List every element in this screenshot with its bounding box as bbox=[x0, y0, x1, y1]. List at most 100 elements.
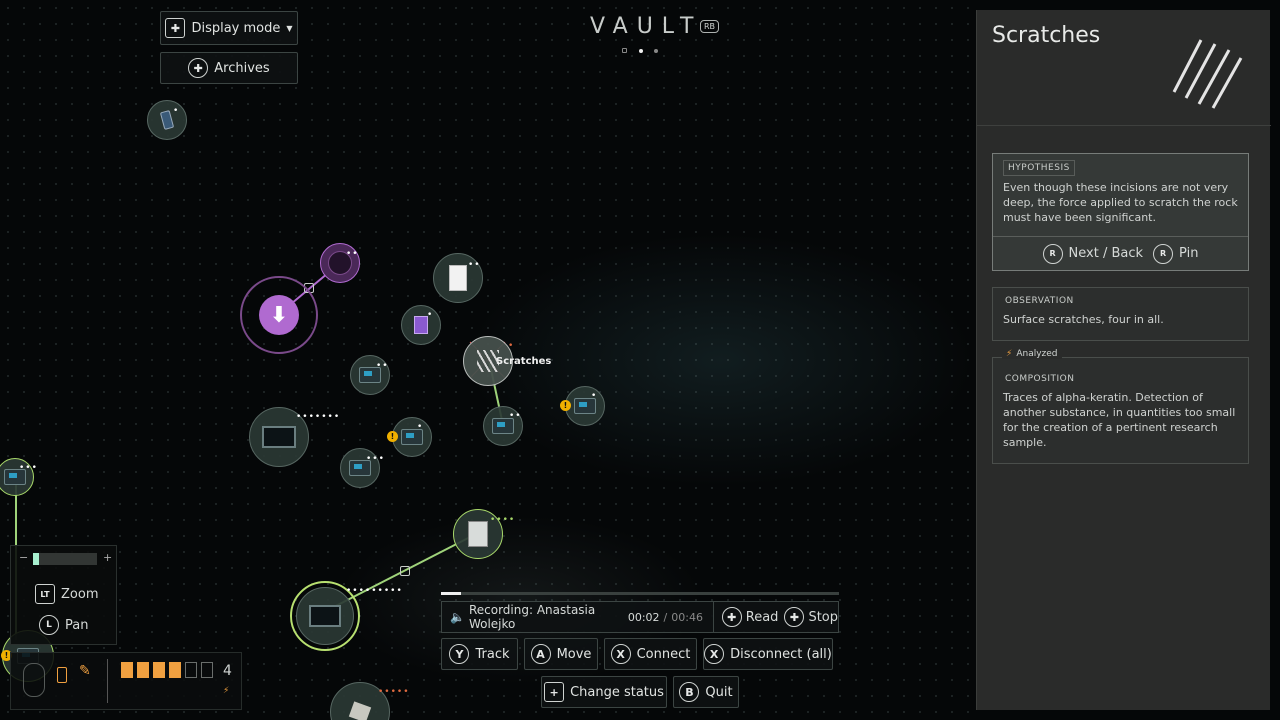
pager-lock-icon bbox=[622, 48, 627, 53]
slot-filled bbox=[169, 662, 181, 678]
node-pips: • bbox=[508, 341, 515, 351]
zoom-in-icon[interactable]: + bbox=[103, 551, 112, 564]
slot-filled bbox=[153, 662, 165, 678]
status-hud: ✎ 4 ⚡ bbox=[10, 652, 242, 710]
warning-icon: ! bbox=[560, 400, 571, 411]
scratches-node-label: Scratches bbox=[496, 356, 552, 367]
connect-label: Connect bbox=[636, 646, 691, 662]
photo-node-c[interactable] bbox=[565, 386, 605, 426]
zoom-out-icon[interactable]: − bbox=[19, 551, 28, 564]
notebook-icon bbox=[414, 316, 428, 334]
x-button-icon: X bbox=[704, 644, 725, 664]
pin-button[interactable]: R Pin bbox=[1153, 243, 1199, 264]
duration-time: 00:46 bbox=[671, 610, 703, 624]
arrow-down-icon: ⬇ bbox=[269, 302, 289, 328]
change-status-button[interactable]: + Change status bbox=[541, 676, 667, 708]
connect-button[interactable]: X Connect bbox=[604, 638, 697, 670]
dpad-icon: ✚ bbox=[784, 607, 805, 627]
recording-label: Recording: Anastasia Wolejko bbox=[468, 603, 596, 631]
vault-header: VAULT RB bbox=[590, 14, 730, 58]
hypothesis-footer: R Next / Back R Pin bbox=[993, 236, 1248, 270]
right-stick-icon: R bbox=[1153, 243, 1174, 264]
audio-progress[interactable] bbox=[441, 592, 839, 595]
observation-card[interactable]: OBSERVATION Surface scratches, four in a… bbox=[992, 287, 1249, 341]
disconnect-all-button[interactable]: X Disconnect (all) bbox=[703, 638, 833, 670]
node-pips: ••••••• bbox=[296, 412, 341, 422]
monitor-icon bbox=[309, 605, 341, 627]
dpad-icon: ✚ bbox=[165, 18, 186, 38]
next-back-button[interactable]: R Next / Back bbox=[1042, 243, 1144, 264]
unlock-target-ring[interactable]: ⬇ bbox=[240, 276, 318, 354]
display-mode-label: Display mode bbox=[191, 20, 281, 36]
change-status-label: Change status bbox=[570, 684, 664, 700]
track-button[interactable]: Y Track bbox=[441, 638, 518, 670]
track-label: Track bbox=[475, 646, 510, 662]
composition-text: Traces of alpha-keratin. Detection of an… bbox=[1003, 391, 1236, 449]
move-label: Move bbox=[556, 646, 592, 662]
move-button[interactable]: A Move bbox=[524, 638, 598, 670]
pan-control[interactable]: L Pan bbox=[39, 615, 88, 635]
monitor-icon bbox=[262, 426, 296, 448]
notebook-node[interactable] bbox=[401, 305, 441, 345]
elapsed-time: 00:02 bbox=[627, 610, 660, 624]
composition-tag: COMPOSITION bbox=[1005, 374, 1075, 384]
archives-button[interactable]: ✚ Archives bbox=[160, 52, 298, 84]
node-pips: •• bbox=[509, 411, 522, 421]
warning-icon: ! bbox=[387, 431, 398, 442]
node-pips: •• bbox=[468, 260, 481, 270]
y-button-icon: Y bbox=[449, 644, 470, 664]
audio-progress-fill bbox=[441, 592, 461, 595]
slot-filled bbox=[137, 662, 149, 678]
node-pips: • bbox=[173, 106, 180, 116]
detail-panel: Scratches HYPOTHESIS Even though these i… bbox=[976, 10, 1271, 710]
rb-button[interactable]: RB bbox=[700, 20, 720, 33]
speaker-icon: 🔈 bbox=[450, 610, 465, 624]
disconnect-all-label: Disconnect (all) bbox=[730, 646, 832, 662]
device-icon bbox=[23, 663, 45, 697]
stone-icon bbox=[348, 701, 372, 720]
zoom-slider-fill bbox=[33, 553, 40, 565]
next-back-label: Next / Back bbox=[1068, 246, 1144, 261]
node-pips: • bbox=[591, 391, 598, 401]
photo-node-a[interactable] bbox=[392, 417, 432, 457]
node-pips: •••• bbox=[490, 515, 516, 525]
archives-label: Archives bbox=[214, 60, 270, 76]
node-pips: •• bbox=[376, 361, 389, 371]
stop-button[interactable]: ✚ Stop bbox=[784, 607, 838, 627]
chevron-down-icon: ▼ bbox=[286, 23, 293, 33]
composition-card[interactable]: COMPOSITION Traces of alpha-keratin. Det… bbox=[992, 357, 1249, 464]
pan-label: Pan bbox=[65, 617, 89, 633]
phone-node[interactable] bbox=[147, 100, 187, 140]
slot-bar bbox=[121, 662, 213, 678]
left-stick-icon: L bbox=[39, 615, 59, 635]
hud-divider bbox=[107, 659, 108, 703]
observation-text: Surface scratches, four in all. bbox=[1003, 313, 1164, 326]
phone-icon bbox=[159, 110, 175, 130]
bolt-icon: ⚡ bbox=[223, 686, 230, 696]
node-pips: •• bbox=[346, 249, 359, 259]
a-button-icon: A bbox=[530, 644, 551, 664]
lock-icon bbox=[400, 566, 410, 576]
download-node[interactable]: ⬇ bbox=[259, 295, 299, 335]
audio-divider bbox=[712, 602, 714, 632]
zoom-slider[interactable] bbox=[33, 553, 97, 565]
read-button[interactable]: ✚ Read bbox=[721, 607, 779, 627]
analyzed-badge: ⚡ Analyzed bbox=[1002, 349, 1062, 359]
display-mode-button[interactable]: ✚ Display mode ▼ bbox=[160, 11, 298, 45]
node-pips: ••••• bbox=[378, 687, 410, 697]
node-pips: ••••••••• bbox=[346, 586, 403, 596]
dpad-icon: ✚ bbox=[721, 607, 742, 627]
hypothesis-card[interactable]: HYPOTHESIS Even though these incisions a… bbox=[992, 153, 1249, 271]
audio-player: 🔈 Recording: Anastasia Wolejko 00:02 / 0… bbox=[441, 601, 839, 633]
pager-dot bbox=[654, 49, 658, 53]
pin-label: Pin bbox=[1179, 246, 1199, 261]
quit-button[interactable]: B Quit bbox=[673, 676, 739, 708]
slot-empty bbox=[201, 662, 213, 678]
stop-label: Stop bbox=[808, 609, 838, 625]
dpad-icon: + bbox=[544, 682, 565, 702]
zoom-control[interactable]: LT Zoom bbox=[35, 584, 98, 604]
slot-count: 4 bbox=[223, 663, 232, 679]
node-pips: • bbox=[417, 422, 424, 432]
investigation-board[interactable]: ✚ Display mode ▼ ✚ Archives VAULT RB • •… bbox=[0, 0, 976, 720]
read-label: Read bbox=[745, 609, 779, 625]
